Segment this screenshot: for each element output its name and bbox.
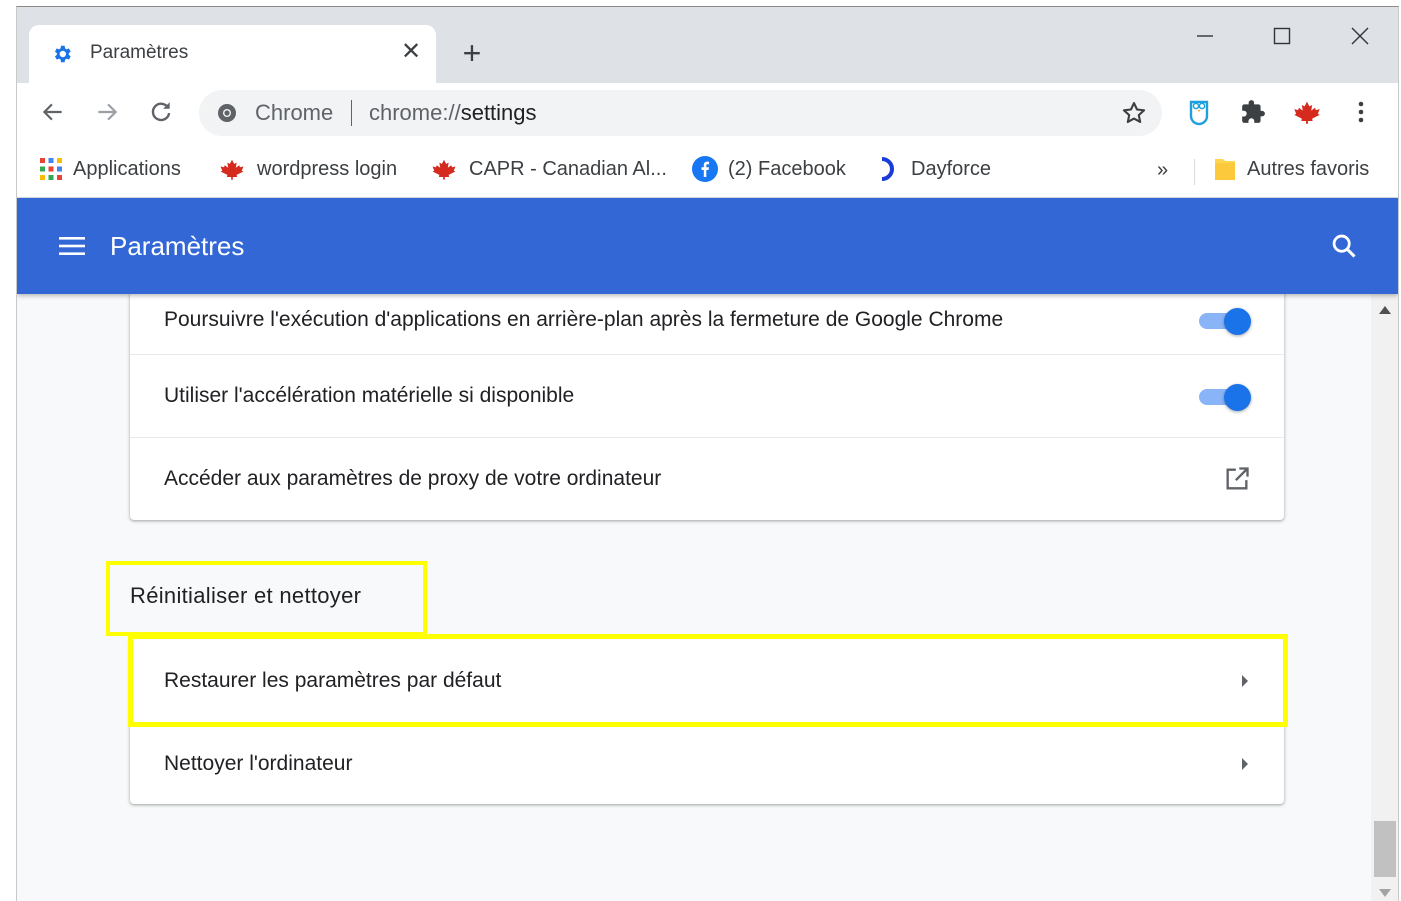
bookmark-label: (2) Facebook xyxy=(728,157,846,180)
bookmark-facebook[interactable]: (2) Facebook xyxy=(692,155,846,183)
browser-window: Paramètres ✕ + Chrome chrome://settings xyxy=(16,6,1399,901)
toggle-knob xyxy=(1224,384,1251,411)
folder-icon xyxy=(1213,156,1237,182)
search-icon[interactable] xyxy=(1330,232,1358,260)
toggle-knob xyxy=(1224,308,1251,335)
arrow-right-icon xyxy=(1239,756,1251,772)
scroll-down-arrow-icon[interactable] xyxy=(1379,889,1391,897)
url-path: settings xyxy=(460,100,537,125)
open-in-new-icon xyxy=(1226,467,1249,490)
bookmark-label: CAPR - Canadian Al... xyxy=(469,157,667,180)
forward-arrow-icon xyxy=(98,103,118,121)
reset-settings-card: Restaurer les paramètres par défaut Nett… xyxy=(130,639,1284,804)
url-prefix: chrome:// xyxy=(369,100,461,125)
puzzle-piece-icon xyxy=(1242,100,1265,123)
apps-grid-icon xyxy=(39,157,63,181)
setting-label: Restaurer les paramètres par défaut xyxy=(164,668,502,692)
tab-close-icon[interactable]: ✕ xyxy=(396,37,426,67)
dayforce-icon xyxy=(877,156,901,182)
chrome-logo-icon xyxy=(218,104,236,122)
extensions-button[interactable] xyxy=(1237,96,1269,128)
browser-toolbar: Chrome chrome://settings xyxy=(17,83,1398,141)
maple-leaf-icon xyxy=(217,158,247,180)
page-title: Paramètres xyxy=(110,231,245,261)
hardware-acceleration-toggle[interactable] xyxy=(1199,384,1251,411)
maximize-icon xyxy=(1273,27,1291,45)
bookmark-other-favorites[interactable]: Autres favoris xyxy=(1213,155,1369,183)
bookmark-label: Autres favoris xyxy=(1247,157,1370,180)
setting-label: Utiliser l'accélération matérielle si di… xyxy=(164,384,575,407)
bookmark-applications[interactable]: Applications xyxy=(39,155,181,183)
kebab-menu-icon xyxy=(1358,101,1364,123)
bookmark-capr[interactable]: CAPR - Canadian Al... xyxy=(429,155,667,183)
chrome-menu-button[interactable] xyxy=(1345,96,1377,128)
background-apps-toggle[interactable] xyxy=(1199,308,1251,335)
external-link-button[interactable] xyxy=(1223,465,1251,493)
bookmarks-bar: Applications wordpress login CAPR - Cana… xyxy=(17,141,1398,198)
tab-settings[interactable]: Paramètres ✕ xyxy=(29,25,436,83)
owl-extension-button[interactable] xyxy=(1183,96,1215,128)
setting-row-restore-defaults[interactable]: Restaurer les paramètres par défaut xyxy=(130,639,1284,722)
scrollbar-thumb[interactable] xyxy=(1374,821,1396,877)
setting-row-background-apps[interactable]: Poursuivre l'exécution d'applications en… xyxy=(130,294,1284,354)
setting-row-clean-computer[interactable]: Nettoyer l'ordinateur xyxy=(130,722,1284,804)
setting-row-proxy[interactable]: Accéder aux paramètres de proxy de votre… xyxy=(130,437,1284,520)
window-close-button[interactable] xyxy=(1335,17,1385,57)
settings-header: Paramètres xyxy=(17,198,1398,294)
omnibox-separator xyxy=(351,100,352,126)
back-arrow-icon xyxy=(42,103,62,121)
settings-gear-icon xyxy=(54,45,71,63)
arrow-right-icon xyxy=(1239,673,1251,689)
setting-label: Accéder aux paramètres de proxy de votre… xyxy=(164,467,662,490)
hamburger-menu-icon[interactable] xyxy=(57,234,87,258)
minimize-button[interactable] xyxy=(1180,17,1230,57)
maximize-button[interactable] xyxy=(1257,17,1307,57)
scroll-up-arrow-icon[interactable] xyxy=(1379,306,1391,314)
bookmark-label: wordpress login xyxy=(257,157,398,180)
new-tab-button[interactable]: + xyxy=(457,37,487,69)
tab-title: Paramètres xyxy=(90,42,189,63)
maple-leaf-icon xyxy=(1294,101,1320,124)
vertical-scrollbar[interactable] xyxy=(1371,294,1398,901)
toggle-switch[interactable] xyxy=(1199,308,1251,335)
toggle-switch[interactable] xyxy=(1199,384,1251,411)
close-icon xyxy=(1351,27,1369,45)
bookmark-star-icon[interactable] xyxy=(1120,99,1148,127)
address-bar[interactable]: Chrome chrome://settings xyxy=(199,90,1162,136)
owl-extension-icon xyxy=(1189,100,1209,126)
bookmark-label: Applications xyxy=(73,157,181,180)
facebook-icon xyxy=(692,156,718,182)
settings-content: Poursuivre l'exécution d'applications en… xyxy=(17,294,1371,901)
setting-label: Nettoyer l'ordinateur xyxy=(164,751,353,775)
setting-row-hardware-acceleration[interactable]: Utiliser l'accélération matérielle si di… xyxy=(130,354,1284,437)
maple-leaf-icon xyxy=(429,158,459,180)
site-chip: Chrome xyxy=(255,100,334,125)
bookmarks-overflow-button[interactable]: » xyxy=(1157,159,1168,182)
bookmark-label: Dayforce xyxy=(911,157,992,180)
reload-button[interactable] xyxy=(143,94,179,130)
tab-strip: Paramètres ✕ + xyxy=(17,7,1398,83)
bookmark-dayforce[interactable]: Dayforce xyxy=(877,155,991,183)
forward-button[interactable] xyxy=(89,94,125,130)
back-button[interactable] xyxy=(35,94,71,130)
url-text: chrome://settings xyxy=(369,100,537,126)
bookmarks-divider xyxy=(1194,159,1195,185)
maple-leaf-extension-button[interactable] xyxy=(1291,96,1323,128)
bookmark-wordpress-login[interactable]: wordpress login xyxy=(217,155,397,183)
minimize-icon xyxy=(1197,35,1213,37)
system-settings-card: Poursuivre l'exécution d'applications en… xyxy=(130,294,1284,520)
section-title-reset: Réinitialiser et nettoyer xyxy=(130,583,362,608)
reload-icon xyxy=(151,102,171,122)
setting-label: Poursuivre l'exécution d'applications en… xyxy=(164,308,1004,331)
